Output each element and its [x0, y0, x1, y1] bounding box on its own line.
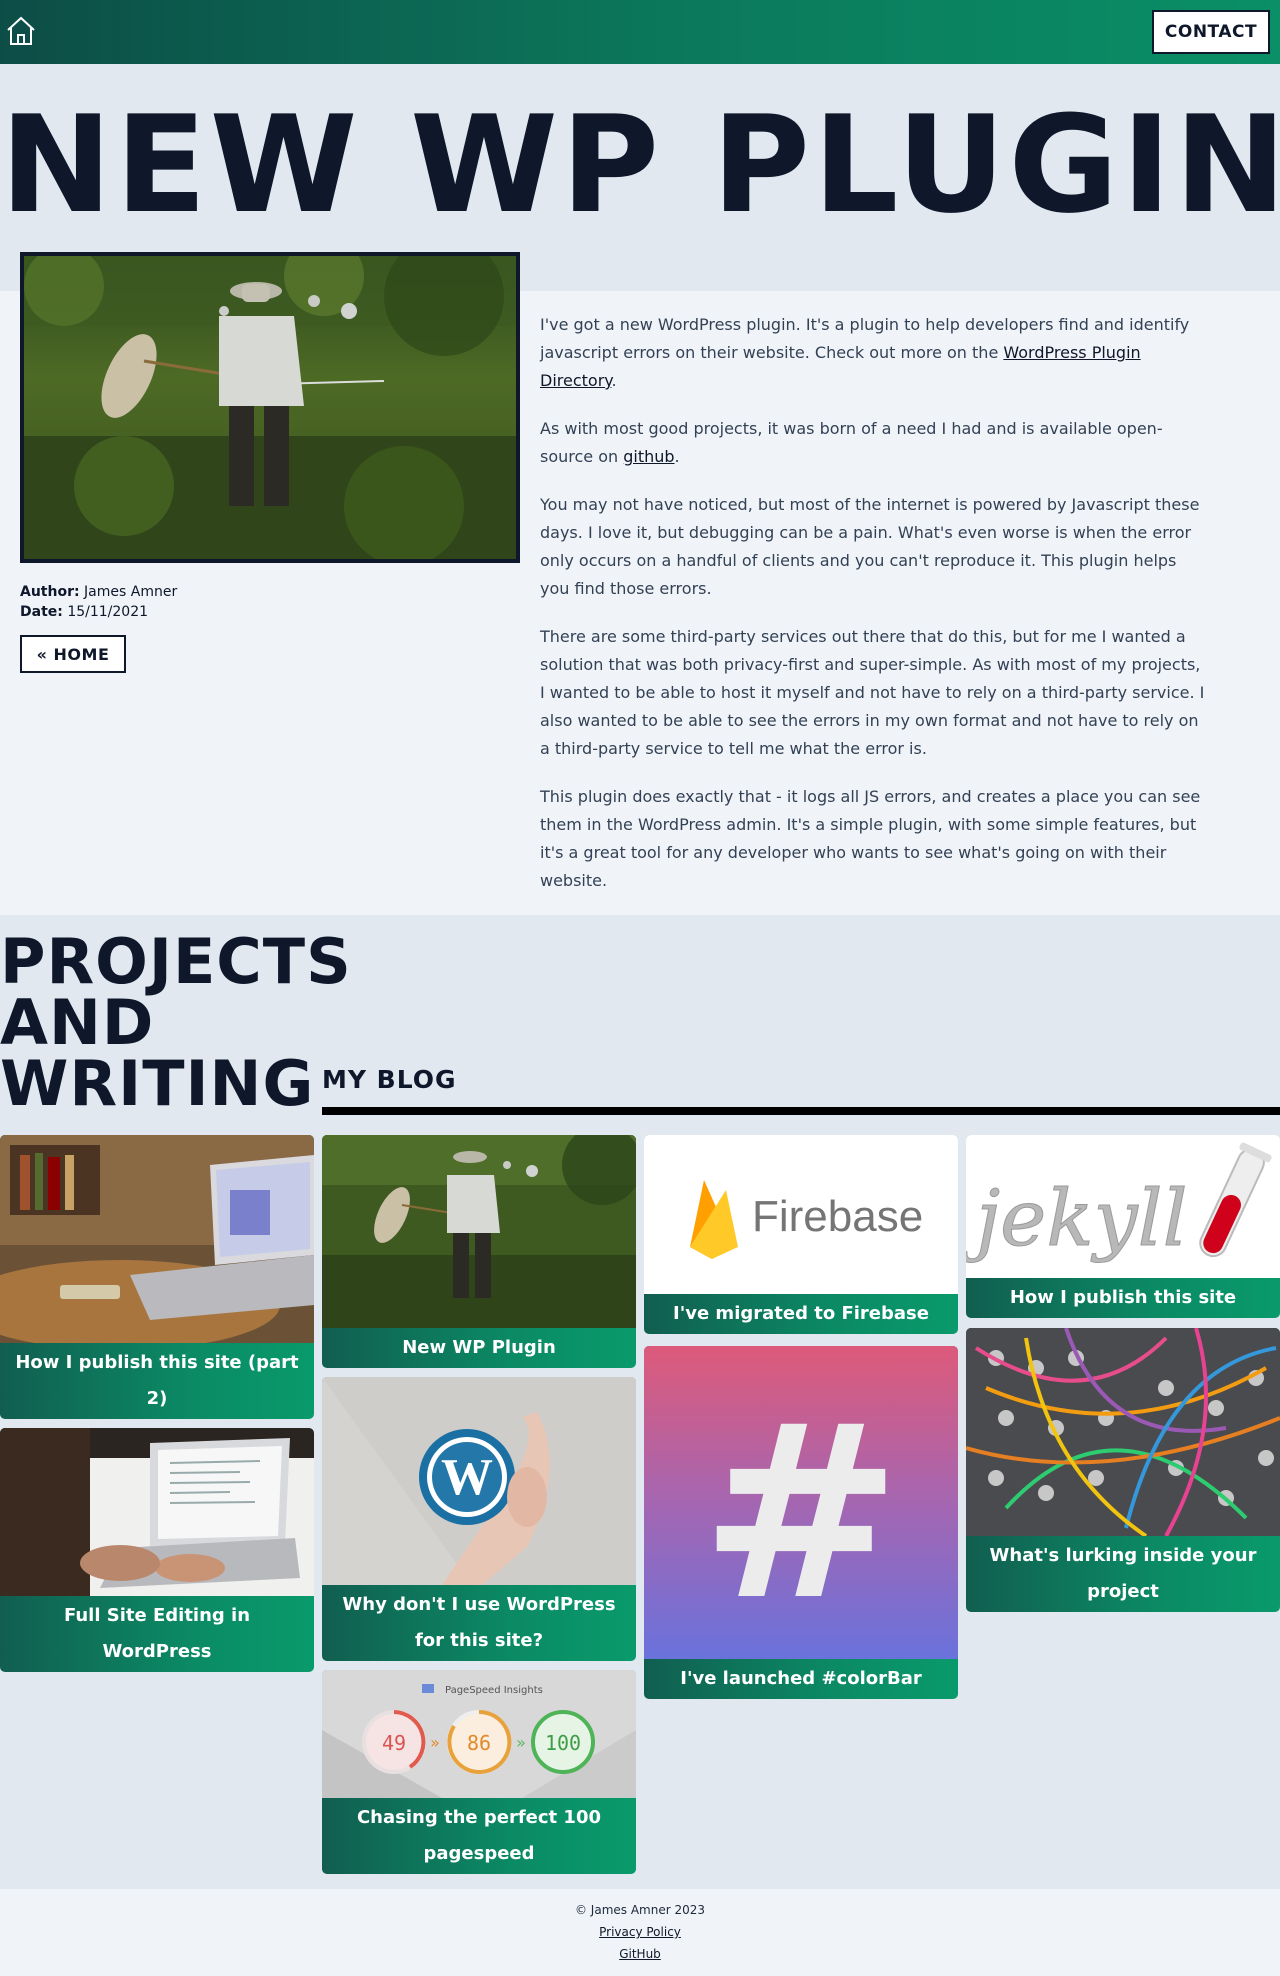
score-arrow: »	[430, 1733, 440, 1752]
paragraph-1: I've got a new WordPress plugin. It's a …	[540, 311, 1205, 395]
top-nav-bar: CONTACT	[0, 0, 1280, 64]
p1-end: .	[611, 371, 617, 390]
blog-card[interactable]: Full Site Editing in WordPress	[0, 1428, 314, 1672]
back-home-button[interactable]: « HOME	[20, 635, 126, 673]
copyright: © James Amner 2023	[574, 1903, 706, 1917]
article-photo	[20, 252, 520, 563]
card-title: New WP Plugin	[402, 1337, 556, 1358]
card-image-jekyll: jekyll	[966, 1135, 1280, 1278]
projects-section: PROJECTS AND WRITING MY BLOG How I publi…	[0, 915, 1280, 1889]
projects-heading-line: PROJECTS	[0, 925, 352, 998]
card-image-cables	[966, 1328, 1280, 1536]
date-value: 15/11/2021	[67, 604, 149, 620]
author-name: James Amner	[84, 584, 178, 600]
article-section: Author: James Amner Date: 15/11/2021 « H…	[0, 252, 1280, 915]
card-image-pagespeed: PageSpeed Insights 49 » 86 » 100	[322, 1670, 636, 1798]
github-link[interactable]: github	[623, 447, 674, 466]
github-footer-link[interactable]: GitHub	[0, 1943, 1280, 1965]
card-image-hashtag: #	[644, 1346, 958, 1659]
paragraph-2: As with most good projects, it was born …	[540, 415, 1205, 471]
blog-card[interactable]: What's lurking inside your project	[966, 1328, 1280, 1612]
card-title: What's lurking inside your project	[989, 1545, 1257, 1602]
blog-card[interactable]: New WP Plugin	[322, 1135, 636, 1368]
score-86: 86	[467, 1731, 491, 1755]
projects-heading-line: WRITING	[0, 1047, 315, 1120]
article-meta: Author: James Amner Date: 15/11/2021	[20, 582, 177, 622]
blog-divider	[322, 1107, 1280, 1115]
score-arrow: »	[516, 1733, 526, 1752]
card-title: How I publish this site	[1009, 1287, 1237, 1308]
contact-button[interactable]: CONTACT	[1152, 10, 1270, 54]
date-line: Date: 15/11/2021	[20, 602, 177, 622]
score-49: 49	[382, 1731, 406, 1755]
card-image-typing	[0, 1428, 314, 1596]
blog-card[interactable]: W Why don't I use WordPress for this sit…	[322, 1377, 636, 1661]
card-title: Chasing the perfect 100 pagespeed	[356, 1807, 602, 1864]
card-image-firebase: Firebase	[644, 1135, 958, 1294]
projects-heading-line: AND	[0, 986, 155, 1059]
card-title: Full Site Editing in WordPress	[63, 1605, 251, 1662]
blog-card[interactable]: PageSpeed Insights 49 » 86 » 100 Chasing…	[322, 1670, 636, 1874]
privacy-policy-link[interactable]: Privacy Policy	[0, 1921, 1280, 1943]
card-title: I've launched #colorBar	[680, 1668, 922, 1689]
hashtag-glyph: #	[700, 1373, 901, 1653]
paragraph-3: You may not have noticed, but most of th…	[540, 495, 1200, 598]
author-label: Author:	[20, 584, 80, 600]
blog-card[interactable]: How I publish this site (part 2)	[0, 1135, 314, 1419]
article-body: I've got a new WordPress plugin. It's a …	[540, 311, 1205, 915]
blog-card[interactable]: Firebase I've migrated to Firebase	[644, 1135, 958, 1334]
pagespeed-header: PageSpeed Insights	[445, 1685, 543, 1696]
paragraph-4: There are some third-party services out …	[540, 627, 1205, 758]
blog-heading: MY BLOG	[322, 1065, 457, 1094]
p2-end: .	[674, 447, 680, 466]
home-icon[interactable]	[4, 14, 38, 48]
blog-card[interactable]: # I've launched #colorBar	[644, 1346, 958, 1699]
paragraph-5: This plugin does exactly that - it logs …	[540, 787, 1201, 890]
jekyll-wordmark: jekyll	[966, 1174, 1188, 1264]
wordpress-w: W	[441, 1449, 493, 1506]
date-label: Date:	[20, 604, 63, 620]
page-title: NEW WP PLUGIN	[0, 87, 1280, 243]
card-title: Why don't I use WordPress for this site?	[342, 1594, 616, 1651]
card-image-field	[322, 1135, 636, 1328]
card-title: I've migrated to Firebase	[673, 1303, 929, 1324]
card-image-wordpress: W	[322, 1377, 636, 1585]
card-image-laptop	[0, 1135, 314, 1343]
blog-card[interactable]: jekyll How I publish this site	[966, 1135, 1280, 1318]
score-100: 100	[545, 1731, 581, 1755]
card-title: How I publish this site (part 2)	[15, 1352, 299, 1409]
footer: © James Amner 2023 Privacy Policy GitHub	[0, 1889, 1280, 1976]
firebase-wordmark: Firebase	[752, 1192, 923, 1241]
projects-heading: PROJECTS AND WRITING	[0, 925, 352, 1120]
author-line: Author: James Amner	[20, 582, 177, 602]
